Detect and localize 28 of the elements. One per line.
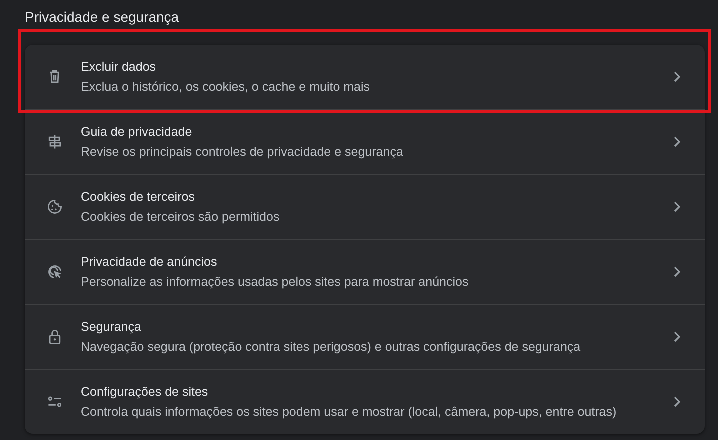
row-description: Navegação segura (proteção contra sites perigosos) e outras configurações de segurança — [81, 340, 582, 354]
row-description: Exclua o histórico, os cookies, o cache e muito mais — [81, 80, 372, 94]
settings-row[interactable]: Privacidade de anúncios Personalize as informações usadas pelos sites para mostrar anúncios — [25, 239, 705, 304]
row-title: Segurança — [81, 320, 142, 334]
row-title: Excluir dados — [81, 60, 158, 74]
cookie-icon — [46, 198, 64, 216]
row-title: Configurações de sites — [81, 385, 210, 399]
settings-row[interactable]: Configurações de sites Controla quais informações os sites podem usar e mostrar (local, câmera, pop-ups, entre outras) — [25, 369, 705, 434]
settings-row[interactable]: Cookies de terceiros Cookies de terceiros são permitidos — [25, 174, 705, 239]
chevron-right-icon — [672, 395, 682, 409]
chevron-right-icon — [672, 70, 682, 84]
chevron-right-icon — [672, 265, 682, 279]
row-description: Personalize as informações usadas pelos sites para mostrar anúncios — [81, 275, 470, 289]
row-description: Controla quais informações os sites podem usar e mostrar (local, câmera, pop-ups, entre outras) — [81, 405, 618, 419]
settings-row[interactable]: Excluir dados Exclua o histórico, os cookies, o cache e muito mais — [25, 45, 705, 109]
signpost-icon — [46, 133, 64, 151]
row-title: Guia de privacidade — [81, 125, 194, 139]
settings-row[interactable]: Guia de privacidade Revise os principais controles de privacidade e segurança — [25, 109, 705, 174]
row-title: Privacidade de anúncios — [81, 255, 218, 269]
chevron-right-icon — [672, 135, 682, 149]
settings-row[interactable]: Segurança Navegação segura (proteção contra sites perigosos) e outras configurações de segurança — [25, 304, 705, 369]
row-description: Revise os principais controles de privacidade e segurança — [81, 145, 404, 159]
row-description: Cookies de terceiros são permitidos — [81, 210, 281, 224]
chevron-right-icon — [672, 330, 682, 344]
chevron-right-icon — [672, 200, 682, 214]
row-title: Cookies de terceiros — [81, 190, 196, 204]
target-cursor-icon — [46, 263, 64, 281]
section-heading: Privacidade e segurança — [25, 9, 180, 27]
